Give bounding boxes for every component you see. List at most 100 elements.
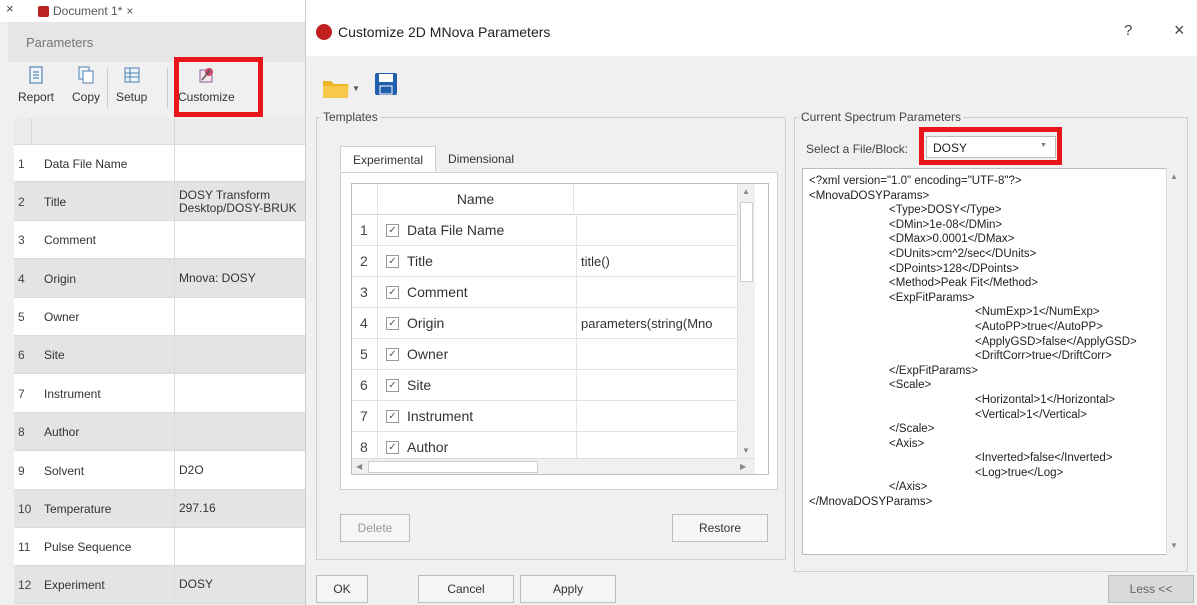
- xml-line: <DriftCorr>true</DriftCorr>: [975, 350, 1112, 363]
- parameter-value: DOSY Transform Desktop/DOSY-BRUK: [179, 188, 297, 215]
- row-checkbox[interactable]: ✓: [386, 254, 399, 268]
- xml-line: <Axis>: [889, 437, 925, 450]
- parameter-name: Owner: [32, 298, 175, 335]
- tab-close-icon[interactable]: ×: [6, 1, 14, 16]
- document-tab-bar: × Document 1* ×: [0, 0, 305, 22]
- template-row[interactable]: 1 ✓ Data File Name: [352, 214, 737, 246]
- grid-horizontal-scrollbar[interactable]: ◀ ▶: [352, 458, 755, 474]
- open-dropdown-arrow-icon[interactable]: ▼: [352, 84, 360, 93]
- parameter-name: Pulse Sequence: [32, 528, 175, 565]
- template-row[interactable]: 3 ✓ Comment: [352, 276, 737, 308]
- help-button[interactable]: ?: [1124, 22, 1132, 39]
- scroll-down-icon[interactable]: ▼: [1170, 541, 1178, 550]
- xml-vertical-scrollbar[interactable]: ▲ ▼: [1166, 168, 1180, 555]
- scroll-right-icon[interactable]: ▶: [740, 462, 746, 471]
- xml-line: <Horizontal>1</Horizontal>: [975, 393, 1115, 406]
- xml-line: <DMin>1e-08</DMin>: [889, 218, 1003, 231]
- less-button[interactable]: Less <<: [1108, 575, 1194, 603]
- table-row[interactable]: 10 Temperature 297.16: [14, 490, 305, 528]
- report-icon: [29, 66, 43, 84]
- table-row[interactable]: 3 Comment: [14, 221, 305, 259]
- table-row[interactable]: 9 Solvent D2O: [14, 451, 305, 490]
- grid-vertical-scrollbar[interactable]: ▲ ▼: [737, 184, 755, 458]
- row-number: 12: [18, 578, 32, 592]
- row-checkbox[interactable]: ✓: [386, 378, 399, 392]
- parameter-name: Solvent: [32, 451, 175, 489]
- parameter-value: [175, 221, 305, 258]
- table-row[interactable]: 4 Origin Mnova: DOSY: [14, 259, 305, 298]
- table-row[interactable]: 1 Data File Name: [14, 145, 305, 182]
- template-name: Origin: [407, 307, 577, 339]
- setup-button[interactable]: Setup: [116, 66, 147, 104]
- xml-line: <ExpFitParams>: [889, 291, 975, 304]
- template-expression[interactable]: title(): [577, 254, 737, 269]
- copy-button[interactable]: Copy: [72, 66, 100, 104]
- row-checkbox[interactable]: ✓: [386, 316, 399, 330]
- scroll-thumb[interactable]: [368, 461, 538, 473]
- document-tab[interactable]: Document 1* ×: [38, 0, 133, 22]
- templates-tab-pane: Name 1 ✓ Data File Name 2 ✓ Title title() 3 ✓ Com…: [340, 172, 778, 490]
- templates-tabs: Experimental Dimensional: [340, 146, 526, 172]
- save-icon[interactable]: [374, 72, 398, 96]
- row-number: 11: [18, 540, 31, 554]
- xml-line: <Vertical>1</Vertical>: [975, 408, 1087, 421]
- scroll-down-icon[interactable]: ▼: [742, 446, 750, 455]
- ok-button[interactable]: OK: [316, 575, 368, 603]
- document-tab-close-icon[interactable]: ×: [126, 4, 133, 18]
- current-spectrum-legend: Current Spectrum Parameters: [801, 110, 962, 124]
- row-checkbox[interactable]: ✓: [386, 285, 399, 299]
- template-expression[interactable]: parameters(string(Mno: [577, 316, 737, 331]
- restore-button[interactable]: Restore: [672, 514, 768, 542]
- close-button[interactable]: ×: [1174, 20, 1185, 41]
- table-row[interactable]: 12 Experiment DOSY: [14, 566, 305, 604]
- parameter-name: Origin: [32, 259, 175, 297]
- row-number: 2: [352, 245, 378, 277]
- delete-button[interactable]: Delete: [340, 514, 410, 542]
- table-row[interactable]: 8 Author: [14, 413, 305, 451]
- template-row[interactable]: 5 ✓ Owner: [352, 338, 737, 370]
- xml-line: </ExpFitParams>: [889, 364, 978, 377]
- toolbar-separator: [167, 68, 168, 108]
- template-row[interactable]: 6 ✓ Site: [352, 369, 737, 401]
- template-row[interactable]: 4 ✓ Origin parameters(string(Mno: [352, 307, 737, 339]
- table-row[interactable]: 11 Pulse Sequence: [14, 528, 305, 566]
- cancel-button[interactable]: Cancel: [418, 575, 514, 603]
- xml-line: <NumExp>1</NumExp>: [975, 306, 1100, 319]
- grid-name-header[interactable]: Name: [378, 184, 574, 215]
- dialog-title: Customize 2D MNova Parameters: [338, 24, 551, 40]
- template-row[interactable]: 7 ✓ Instrument: [352, 400, 737, 432]
- table-row[interactable]: 6 Site: [14, 336, 305, 374]
- template-name: Comment: [407, 276, 577, 308]
- tab-dimensional[interactable]: Dimensional: [436, 146, 526, 172]
- parameters-panel-title: Parameters: [8, 22, 305, 62]
- open-folder-icon[interactable]: [322, 76, 350, 100]
- template-name: Instrument: [407, 400, 577, 432]
- parameter-name: Experiment: [32, 566, 175, 603]
- xml-line: <Method>Peak Fit</Method>: [889, 277, 1038, 290]
- apply-button[interactable]: Apply: [520, 575, 616, 603]
- table-row[interactable]: 2 Title DOSY Transform Desktop/DOSY-BRUK: [14, 182, 305, 221]
- grid-expression-header[interactable]: [574, 184, 737, 215]
- table-row[interactable]: 7 Instrument: [14, 374, 305, 413]
- scroll-up-icon[interactable]: ▲: [742, 187, 750, 196]
- row-number: 10: [18, 502, 32, 516]
- row-checkbox[interactable]: ✓: [386, 223, 399, 237]
- setup-icon: [124, 67, 140, 83]
- table-row[interactable]: 5 Owner: [14, 298, 305, 336]
- table-header-row: [14, 118, 305, 145]
- row-checkbox[interactable]: ✓: [386, 347, 399, 361]
- report-button[interactable]: Report: [18, 66, 54, 104]
- scroll-up-icon[interactable]: ▲: [1170, 172, 1178, 181]
- template-row[interactable]: 2 ✓ Title title(): [352, 245, 737, 277]
- parameter-value: D2O: [179, 463, 204, 477]
- parameter-name: Comment: [32, 221, 175, 258]
- scroll-thumb[interactable]: [740, 202, 753, 282]
- xml-line: <?xml version="1.0" encoding="UTF-8"?>: [809, 175, 1022, 187]
- dosy-highlight-box: [919, 127, 1062, 165]
- row-checkbox[interactable]: ✓: [386, 409, 399, 423]
- xml-parameters-view[interactable]: <?xml version="1.0" encoding="UTF-8"?> <M…: [802, 168, 1180, 555]
- tab-experimental[interactable]: Experimental: [340, 146, 437, 172]
- scroll-left-icon[interactable]: ◀: [356, 462, 362, 471]
- row-checkbox[interactable]: ✓: [386, 440, 399, 454]
- parameter-value: 297.16: [179, 501, 216, 515]
